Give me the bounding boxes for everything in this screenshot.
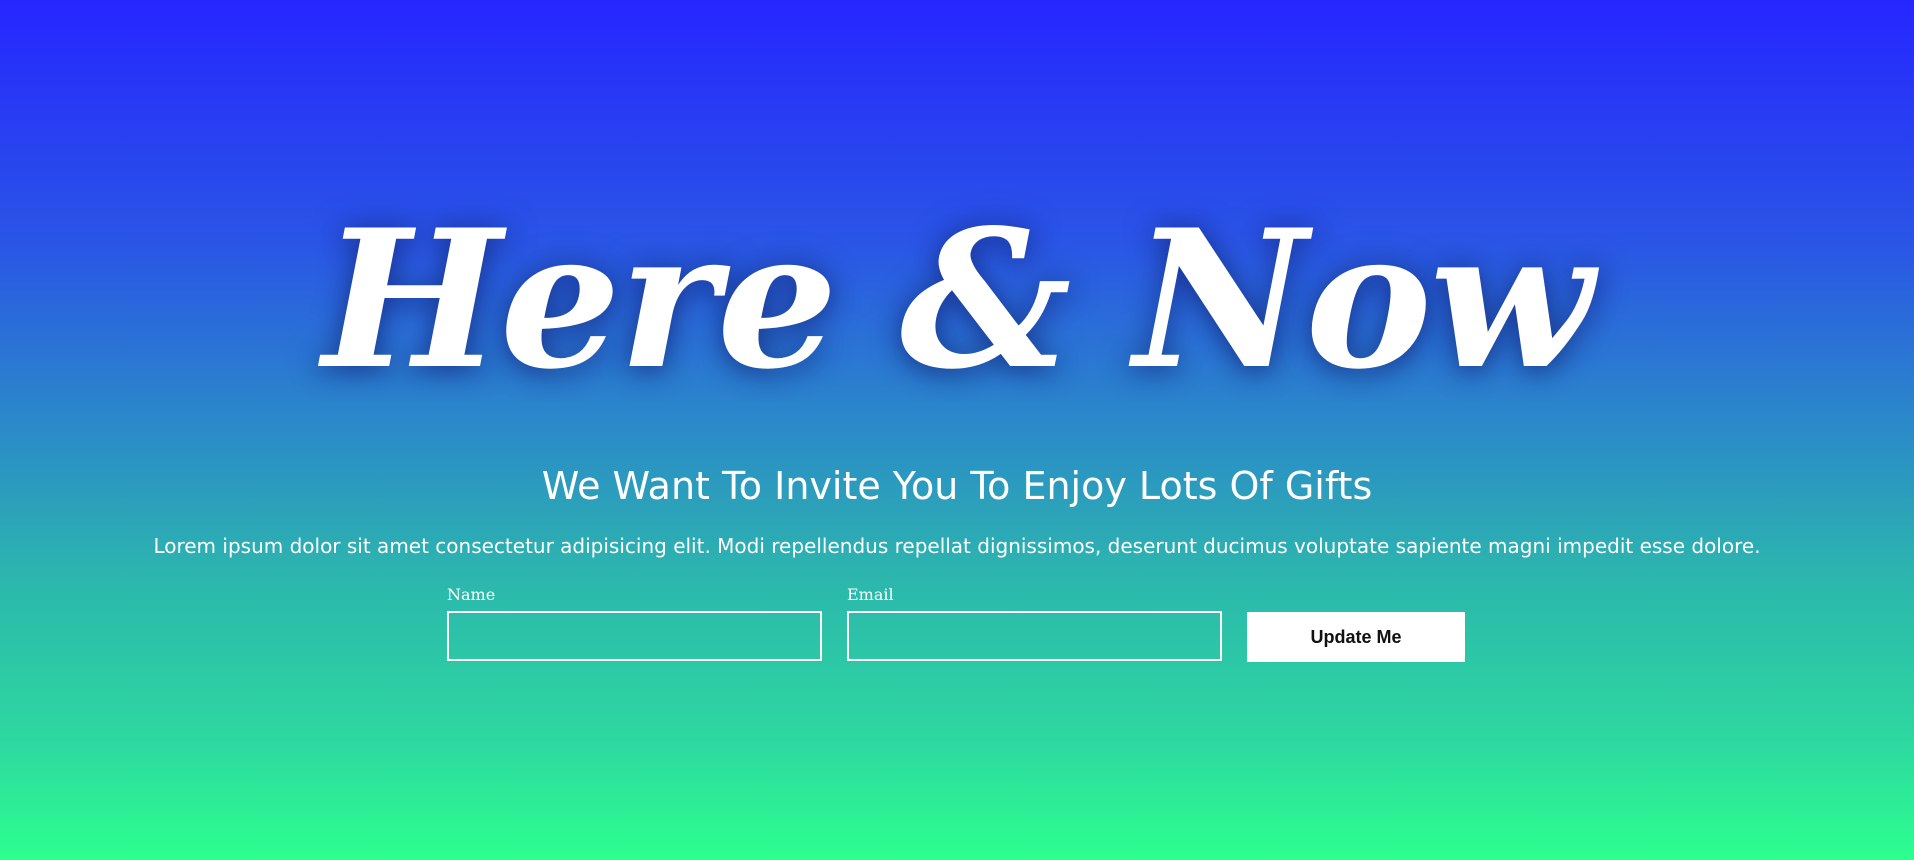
hero-subtitle: We Want To Invite You To Enjoy Lots Of G… xyxy=(541,464,1373,508)
name-field-group: Name xyxy=(447,585,822,661)
hero-title: Here & Now xyxy=(322,188,1593,411)
email-field-group: Email xyxy=(847,585,1222,661)
name-input[interactable] xyxy=(447,611,822,661)
email-input[interactable] xyxy=(847,611,1222,661)
email-label: Email xyxy=(847,585,894,604)
hero-description: Lorem ipsum dolor sit amet consectetur a… xyxy=(153,534,1761,558)
name-label: Name xyxy=(447,585,496,604)
signup-form: Name Email Update Me xyxy=(447,585,1467,665)
update-me-button[interactable]: Update Me xyxy=(1247,612,1465,662)
hero-section: Here & Now We Want To Invite You To Enjo… xyxy=(0,0,1914,860)
